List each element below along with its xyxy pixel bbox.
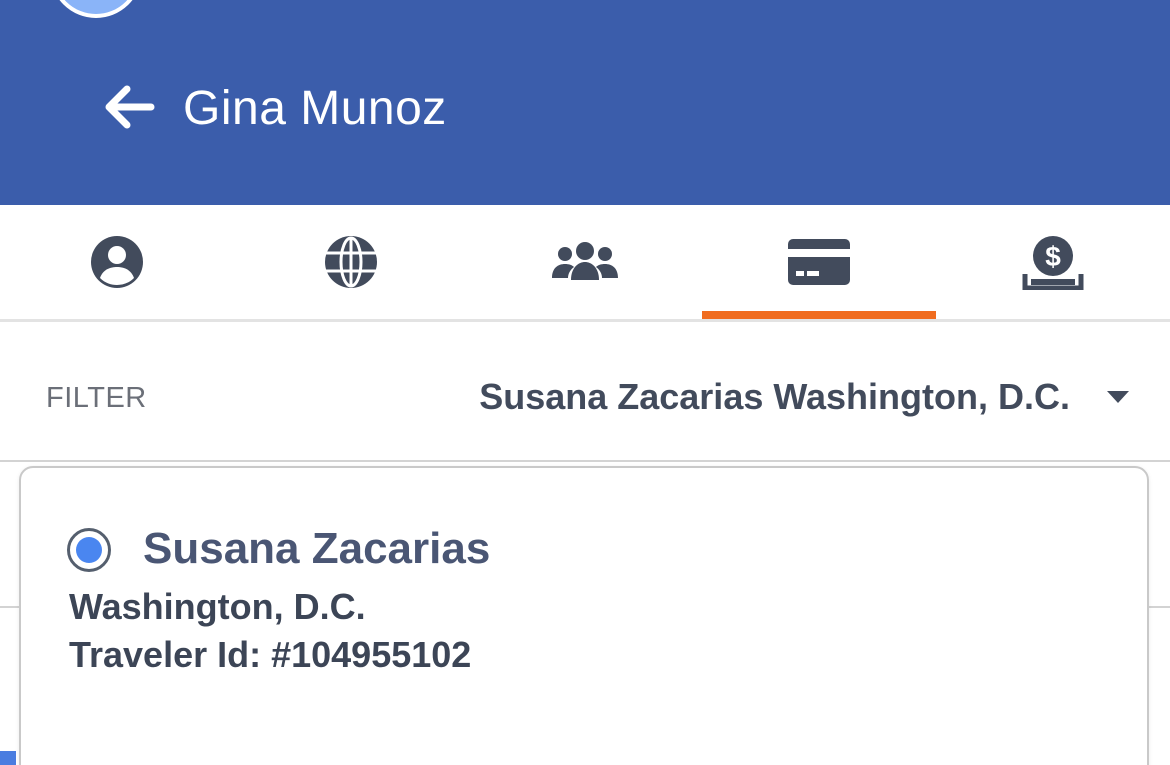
tab-payment[interactable]: [702, 205, 936, 319]
tab-bar: $: [0, 205, 1170, 322]
arrow-left-icon: [105, 85, 155, 129]
tab-expenses[interactable]: $: [936, 205, 1170, 319]
users-icon: [552, 242, 618, 280]
globe-icon: [325, 236, 377, 288]
option-traveler-id: Traveler Id: #104955102: [69, 634, 472, 675]
filter-selected-value: Susana Zacarias Washington, D.C.: [479, 376, 1070, 417]
user-circle-icon: [91, 236, 143, 288]
radio-button[interactable]: [67, 528, 111, 572]
page-title: Gina Munoz: [183, 82, 447, 135]
caret-down-icon: [1107, 391, 1129, 403]
option-name: Susana Zacarias: [143, 524, 491, 573]
tab-travel[interactable]: [234, 205, 468, 319]
page: Gina Munoz $ FILTER Susana Zacarias Wash…: [0, 0, 1170, 765]
app-header: Gina Munoz: [0, 0, 1170, 205]
list-divider: [0, 606, 20, 608]
list-divider: [1148, 606, 1170, 608]
filter-dropdown[interactable]: Susana Zacarias Washington, D.C.: [479, 372, 1130, 422]
tab-profile[interactable]: [0, 205, 234, 319]
filter-row: FILTER Susana Zacarias Washington, D.C.: [0, 322, 1170, 462]
back-button[interactable]: [98, 78, 160, 136]
option-location: Washington, D.C.: [69, 586, 366, 627]
credit-card-icon: [788, 239, 850, 285]
active-tab-indicator: [702, 311, 936, 319]
filter-label: FILTER: [46, 382, 147, 414]
radio-selected-dot: [76, 537, 102, 563]
svg-text:$: $: [1045, 241, 1061, 272]
tab-group[interactable]: [468, 205, 702, 319]
filter-dropdown-menu: Susana Zacarias Washington, D.C. Travele…: [19, 466, 1149, 765]
list-item-edge: [0, 751, 16, 765]
avatar[interactable]: [50, 0, 142, 18]
money-deposit-icon: $: [1022, 236, 1084, 290]
